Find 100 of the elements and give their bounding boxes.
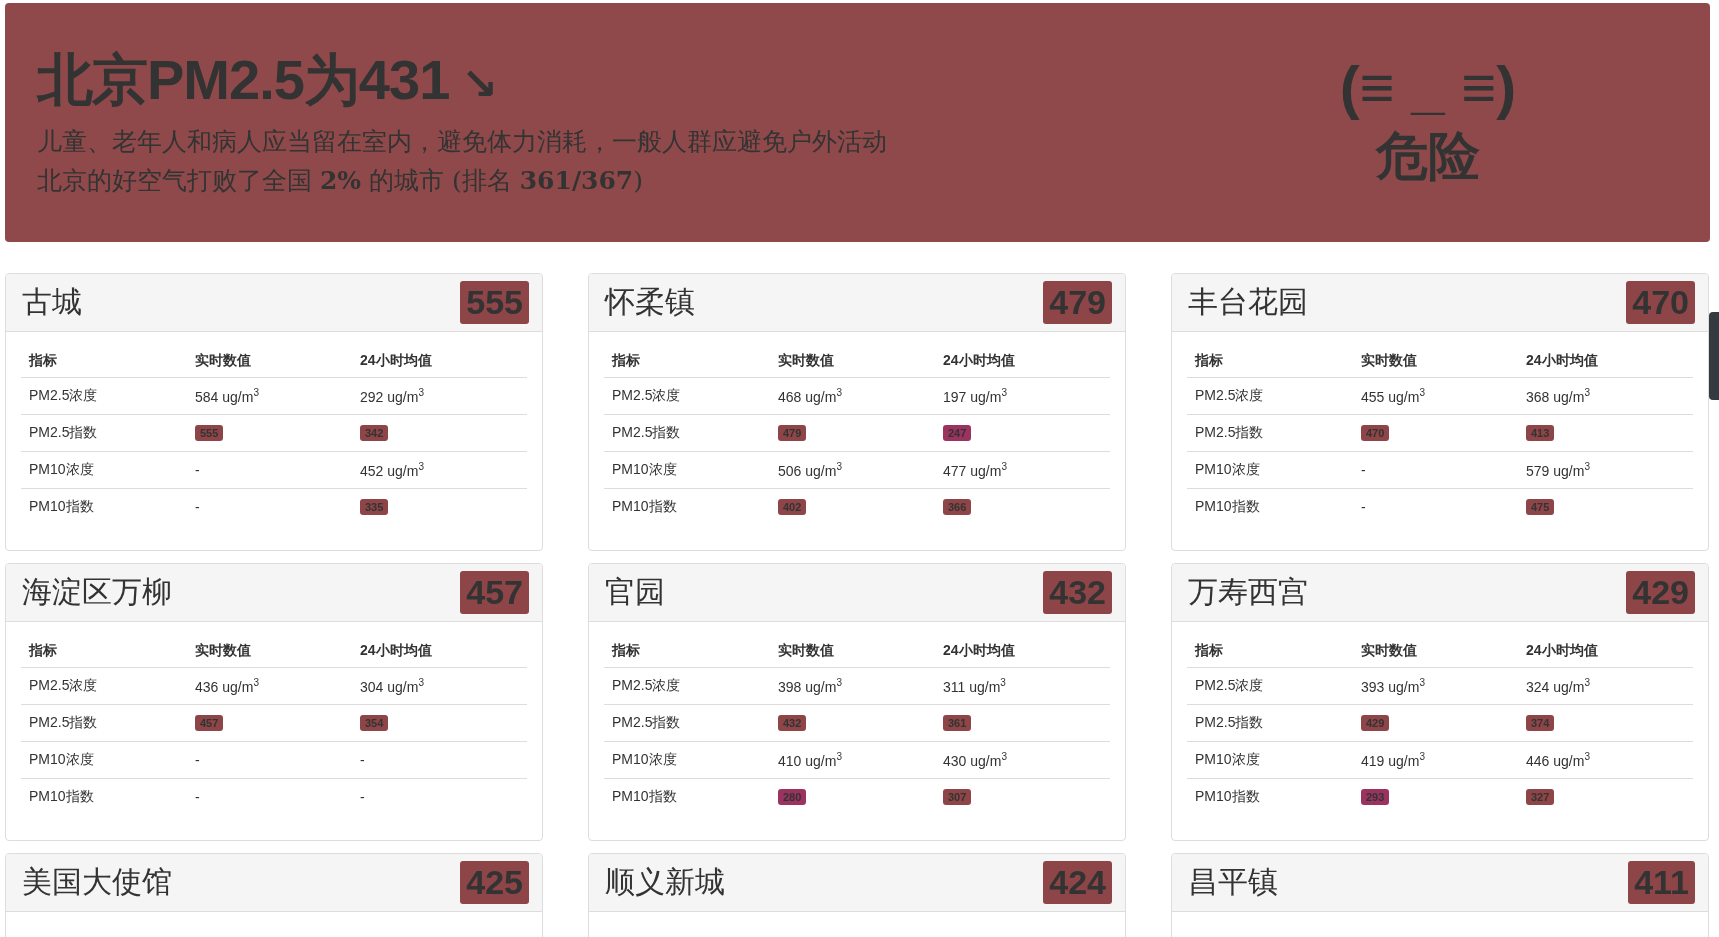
metric-label: PM10浓度	[1195, 461, 1261, 479]
index-badge: 479	[778, 425, 807, 441]
column-header: 24小时均值	[360, 351, 433, 370]
value-cell-text: 436 ug/m$^{3}$	[195, 677, 260, 695]
value-cell-text: 452 ug/m$^{3}$	[360, 461, 425, 479]
station-name: 海淀区万柳	[22, 573, 172, 611]
index-badge: 366	[943, 499, 972, 515]
metric-label: PM10浓度	[29, 461, 95, 479]
column-header: 指标	[612, 351, 641, 370]
aqi-badge: 424	[1043, 861, 1112, 904]
column-header: 指标	[1195, 641, 1224, 660]
metric-label: PM2.5指数	[29, 424, 99, 442]
value-cell-text: 579 ug/m$^{3}$	[1526, 461, 1591, 479]
value-cell-text: 468 ug/m$^{3}$	[778, 387, 843, 405]
value-cell-text: 506 ug/m$^{3}$	[778, 461, 843, 479]
aqi-badge: 411	[1628, 861, 1695, 904]
index-badge: 475	[1526, 499, 1555, 515]
value-cell-text: 446 ug/m$^{3}$	[1526, 751, 1591, 769]
metric-label: PM10浓度	[1195, 751, 1261, 769]
aqi-badge: 555	[460, 281, 529, 324]
column-header: 实时数值	[778, 351, 835, 370]
column-header: 24小时均值	[943, 641, 1016, 660]
index-badge: 327	[1526, 789, 1555, 805]
value-cell-text: -	[360, 789, 366, 805]
column-header: 指标	[29, 641, 58, 660]
metric-label: PM10浓度	[612, 751, 678, 769]
column-header: 24小时均值	[943, 351, 1016, 370]
aqi-badge: 425	[460, 861, 529, 904]
index-badge: 555	[195, 425, 224, 441]
station-name: 官园	[605, 573, 665, 611]
metric-label: PM10指数	[612, 788, 678, 806]
value-cell-text: 368 ug/m$^{3}$	[1526, 387, 1591, 405]
value-cell-text: 455 ug/m$^{3}$	[1361, 387, 1426, 405]
metric-label: PM2.5指数	[1195, 714, 1265, 732]
index-badge: 413	[1526, 425, 1555, 441]
metric-label: PM2.5浓度	[29, 677, 99, 695]
value-cell-text: 324 ug/m$^{3}$	[1526, 677, 1591, 695]
value-cell-text: 311 ug/m$^{3}$	[943, 677, 1007, 695]
column-header: 24小时均值	[1526, 351, 1599, 370]
health-advice: 儿童、老年人和病人应当留在室内，避免体力消耗，一般人群应避免户外活动	[37, 125, 888, 158]
aqi-badge: 479	[1043, 281, 1112, 324]
value-cell-text: 398 ug/m$^{3}$	[778, 677, 843, 695]
index-badge: 402	[778, 499, 807, 515]
column-header: 指标	[612, 641, 641, 660]
metric-label: PM10指数	[612, 498, 678, 516]
column-header: 实时数值	[195, 641, 252, 660]
station-name: 美国大使馆	[22, 863, 172, 901]
index-badge: 429	[1361, 715, 1390, 731]
metric-label: PM2.5浓度	[612, 387, 682, 405]
index-badge: 457	[195, 715, 224, 731]
face-emoticon: (≡ _ ≡)	[1339, 53, 1517, 122]
index-badge: 342	[360, 425, 389, 441]
value-cell-text: 419 ug/m$^{3}$	[1361, 751, 1426, 769]
value-cell-text: -	[195, 789, 201, 805]
value-cell-text: -	[1361, 462, 1367, 478]
column-header: 实时数值	[1361, 351, 1418, 370]
value-cell-text: -	[1361, 499, 1367, 515]
metric-label: PM10浓度	[29, 751, 95, 769]
metric-label: PM10指数	[29, 788, 95, 806]
index-badge: 280	[778, 789, 807, 805]
column-header: 实时数值	[195, 351, 252, 370]
aqi-badge: 429	[1626, 571, 1695, 614]
column-header: 指标	[29, 351, 58, 370]
trend-arrow: ↘	[461, 57, 499, 109]
metric-label: PM10浓度	[612, 461, 678, 479]
aqi-badge: 457	[460, 571, 529, 614]
value-cell-text: 292 ug/m$^{3}$	[360, 387, 425, 405]
column-header: 实时数值	[778, 641, 835, 660]
index-badge: 307	[943, 789, 972, 805]
aqi-badge: 432	[1043, 571, 1112, 614]
value-cell-text: 304 ug/m$^{3}$	[360, 677, 425, 695]
share-tab[interactable]	[1709, 312, 1719, 400]
index-badge: 432	[778, 715, 807, 731]
column-header: 实时数值	[1361, 641, 1418, 660]
column-header: 指标	[1195, 351, 1224, 370]
metric-label: PM2.5浓度	[1195, 387, 1265, 405]
index-badge: 247	[943, 425, 972, 441]
metric-label: PM2.5指数	[29, 714, 99, 732]
value-cell-text: -	[360, 752, 366, 768]
station-name: 古城	[22, 283, 82, 321]
ranking-text: 北京的好空气打败了全国 2% 的城市 (排名 361/367)	[37, 164, 644, 197]
value-cell-text: 393 ug/m$^{3}$	[1361, 677, 1426, 695]
station-name: 怀柔镇	[605, 283, 695, 321]
column-header: 24小时均值	[360, 641, 433, 660]
index-badge: 335	[360, 499, 389, 515]
station-name: 万寿西宫	[1188, 573, 1308, 611]
station-name: 昌平镇	[1188, 863, 1278, 901]
value-cell-text: 410 ug/m$^{3}$	[778, 751, 843, 769]
index-badge: 361	[943, 715, 972, 731]
value-cell-text: 430 ug/m$^{3}$	[943, 751, 1008, 769]
metric-label: PM10指数	[29, 498, 95, 516]
station-name: 顺义新城	[605, 863, 725, 901]
metric-label: PM10指数	[1195, 788, 1261, 806]
metric-label: PM2.5指数	[612, 714, 682, 732]
value-cell-text: -	[195, 462, 201, 478]
value-cell-text: -	[195, 752, 201, 768]
value-cell-text: -	[195, 499, 201, 515]
value-cell-text: 197 ug/m$^{3}$	[943, 387, 1008, 405]
station-name: 丰台花园	[1188, 283, 1308, 321]
metric-label: PM10指数	[1195, 498, 1261, 516]
